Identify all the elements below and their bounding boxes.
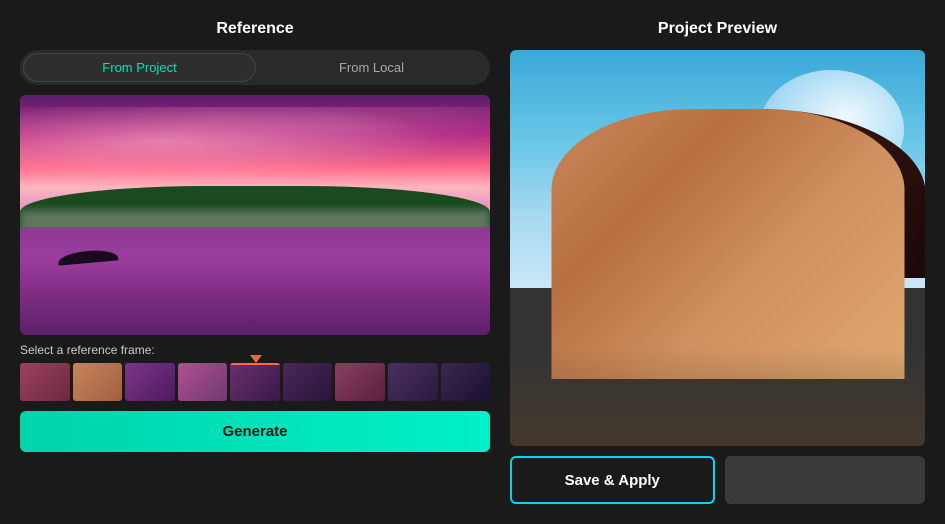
reference-image-container	[20, 95, 490, 335]
indicator-arrow	[250, 355, 262, 363]
thumb-inner-0	[20, 363, 70, 401]
filmstrip-thumb-5[interactable]	[283, 363, 333, 401]
filmstrip-thumb-7[interactable]	[388, 363, 438, 401]
filmstrip-thumb-4[interactable]	[230, 363, 280, 401]
sunset-lake-image	[20, 95, 490, 335]
thumb-inner-1	[73, 363, 123, 401]
left-panel: Reference From Project From Local Select…	[20, 20, 490, 504]
bottom-buttons: Save & Apply	[510, 456, 925, 504]
tab-from-local[interactable]: From Local	[256, 53, 487, 82]
sky-clouds	[20, 107, 490, 191]
tab-bar: From Project From Local	[20, 50, 490, 85]
thumb-inner-5	[283, 363, 333, 401]
filmstrip-thumb-0[interactable]	[20, 363, 70, 401]
filmstrip-thumb-3[interactable]	[178, 363, 228, 401]
filmstrip-thumb-1[interactable]	[73, 363, 123, 401]
project-preview-image	[510, 50, 925, 446]
reference-title: Reference	[216, 20, 293, 38]
generate-button[interactable]: Generate	[20, 411, 490, 452]
export-button[interactable]	[725, 456, 926, 504]
thumb-inner-2	[125, 363, 175, 401]
tab-from-project[interactable]: From Project	[23, 53, 256, 82]
thumb-inner-3	[178, 363, 228, 401]
thumb-inner-8	[441, 363, 491, 401]
filmstrip-thumb-6[interactable]	[335, 363, 385, 401]
face-skin	[552, 109, 905, 378]
frame-label: Select a reference frame:	[20, 343, 155, 357]
filmstrip-thumb-8[interactable]	[441, 363, 491, 401]
water-reflection	[20, 227, 490, 335]
city-blur	[510, 347, 925, 446]
filmstrip-wrapper	[20, 363, 490, 411]
portrait	[510, 50, 925, 446]
thumb-inner-6	[335, 363, 385, 401]
main-container: Reference From Project From Local Select…	[0, 0, 945, 524]
save-apply-button[interactable]: Save & Apply	[510, 456, 715, 504]
filmstrip[interactable]	[20, 363, 490, 401]
right-panel: Project Preview Save & Apply	[510, 20, 925, 504]
project-preview-title: Project Preview	[658, 20, 777, 38]
filmstrip-thumb-2[interactable]	[125, 363, 175, 401]
thumb-inner-4	[230, 363, 280, 401]
thumb-inner-7	[388, 363, 438, 401]
